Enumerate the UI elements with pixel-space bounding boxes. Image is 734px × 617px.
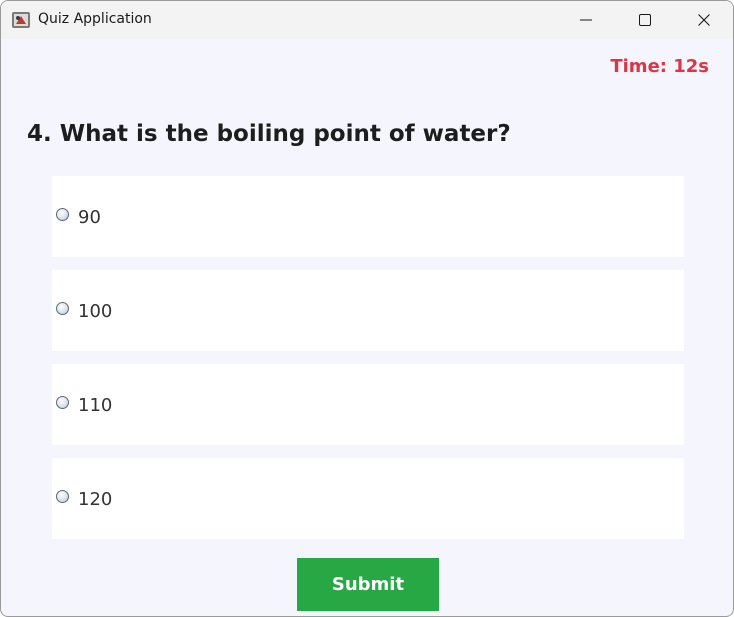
question-text: 4. What is the boiling point of water? <box>27 121 511 147</box>
minimize-icon <box>580 11 592 30</box>
option-row-100[interactable]: 100 <box>52 270 684 351</box>
close-icon <box>698 11 710 30</box>
option-label: 120 <box>78 489 113 510</box>
timer-label: Time: 12s <box>610 56 709 77</box>
radio-button-icon[interactable] <box>56 490 69 503</box>
submit-button[interactable]: Submit <box>297 558 439 611</box>
quiz-window: Quiz Application Time: 12s 4. What is th… <box>0 0 734 617</box>
radio-button-icon[interactable] <box>56 208 69 221</box>
maximize-icon <box>639 11 651 30</box>
option-label: 90 <box>78 207 101 228</box>
radio-button-icon[interactable] <box>56 302 69 315</box>
option-row-120[interactable]: 120 <box>52 458 684 539</box>
minimize-button[interactable] <box>557 1 615 39</box>
window-title: Quiz Application <box>38 11 152 27</box>
answer-options: 90 100 110 120 <box>52 176 684 552</box>
option-label: 110 <box>78 395 113 416</box>
option-row-110[interactable]: 110 <box>52 364 684 445</box>
option-row-90[interactable]: 90 <box>52 176 684 257</box>
title-bar[interactable]: Quiz Application <box>1 1 733 39</box>
java-app-icon <box>11 10 31 30</box>
option-label: 100 <box>78 301 113 322</box>
maximize-button[interactable] <box>616 1 674 39</box>
close-button[interactable] <box>675 1 733 39</box>
radio-button-icon[interactable] <box>56 396 69 409</box>
